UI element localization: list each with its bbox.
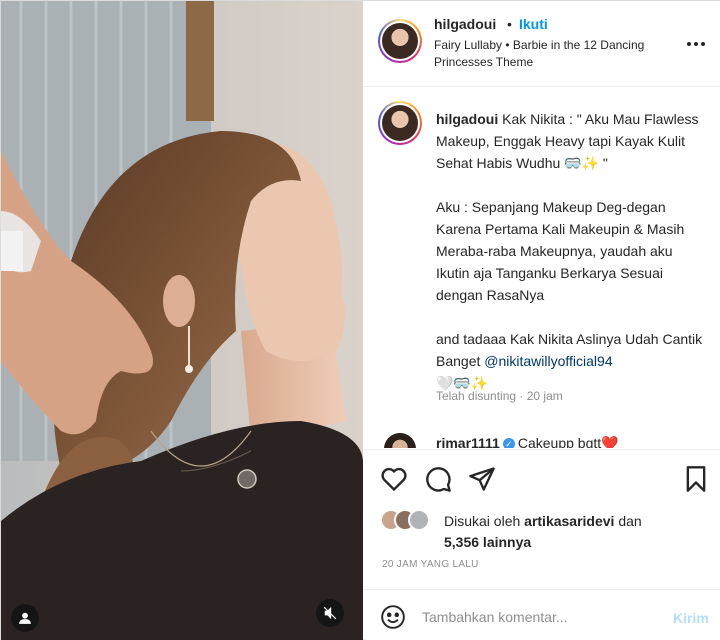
commenter-avatar[interactable] <box>384 433 416 448</box>
instagram-post-view: hilgadoui • Ikuti Fairy Lullaby • Barbie… <box>0 0 720 640</box>
muted-audio-icon <box>323 606 337 620</box>
post-caption: hilgadoui Kak Nikita : " Aku Mau Flawles… <box>436 108 706 394</box>
mute-button[interactable] <box>316 599 344 627</box>
post-header: hilgadoui • Ikuti Fairy Lullaby • Barbie… <box>364 1 720 87</box>
video-frame <box>1 1 363 640</box>
author-avatar[interactable] <box>378 19 422 63</box>
comment-input[interactable] <box>422 604 652 630</box>
heart-icon[interactable] <box>380 465 408 493</box>
likers-avatars[interactable] <box>380 509 444 533</box>
likes-and: dan <box>614 513 642 529</box>
user-tag-icon <box>19 612 31 624</box>
action-bar <box>364 449 720 509</box>
post-video[interactable] <box>1 1 363 640</box>
add-comment-bar: Kirim <box>364 589 720 640</box>
caption-paragraph-2: Aku : Sepanjang Makeup Deg-degan Karena … <box>436 199 685 303</box>
likes-summary[interactable]: Disukai oleh artikasaridevi dan 5,356 la… <box>444 511 714 553</box>
comment-text: Cakeupp bgtt❤️ <box>517 435 619 448</box>
follow-button[interactable]: Ikuti <box>519 16 548 32</box>
mention-link[interactable]: @nikitawillyofficial94 <box>484 353 612 369</box>
more-options-button[interactable] <box>686 31 706 52</box>
liker-username[interactable]: artikasaridevi <box>524 513 614 529</box>
post-comment-button[interactable]: Kirim <box>673 610 709 626</box>
comment-icon[interactable] <box>424 465 452 493</box>
more-horizontal-icon <box>687 42 705 46</box>
share-icon[interactable] <box>468 465 496 493</box>
likes-count[interactable]: 5,356 lainnya <box>444 534 531 550</box>
user-tag-button[interactable] <box>11 604 39 632</box>
audio-track-link[interactable]: Fairy Lullaby • Barbie in the 12 Dancing… <box>434 37 674 71</box>
bookmark-icon[interactable] <box>682 465 710 493</box>
caption-username[interactable]: hilgadoui <box>436 111 498 127</box>
caption-author-avatar[interactable] <box>378 101 422 145</box>
emoji-icon[interactable] <box>380 604 406 630</box>
commenter-username[interactable]: rimar1111 <box>436 435 500 448</box>
likes-prefix: Disukai oleh <box>444 513 525 529</box>
post-timestamp[interactable]: 20 JAM YANG LALU <box>382 559 479 570</box>
separator-dot: • <box>507 16 512 32</box>
author-username[interactable]: hilgadoui <box>434 16 496 32</box>
post-side-panel: hilgadoui • Ikuti Fairy Lullaby • Barbie… <box>364 1 720 640</box>
verified-badge-icon: ✓ <box>502 438 515 448</box>
comment-item: rimar1111 ✓ Cakeupp bgtt❤️ <box>436 435 619 448</box>
comments-list[interactable]: hilgadoui Kak Nikita : " Aku Mau Flawles… <box>364 88 720 448</box>
caption-meta: Telah disunting · 20 jam <box>436 389 563 403</box>
